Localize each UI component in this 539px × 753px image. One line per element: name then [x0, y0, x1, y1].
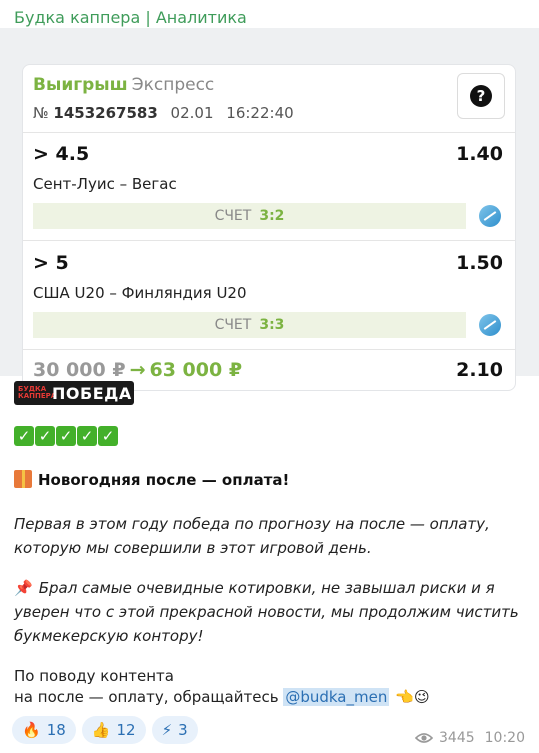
- stake-amount: 30 000 ₽: [33, 359, 126, 381]
- post-paragraph-1: Первая в этом году победа по прогнозу на…: [14, 515, 490, 557]
- reactions-bar: 🔥 18 👍 12 ⚡ 3: [12, 716, 198, 744]
- leg-2-odd: 1.50: [456, 252, 503, 274]
- reaction-lightning[interactable]: ⚡ 3: [151, 716, 198, 744]
- sticker-small-text: БУДКА КАППЕРА: [18, 385, 57, 400]
- hockey-ball-icon: [479, 205, 501, 227]
- message-time: 10:20: [484, 730, 525, 746]
- leg-1-odd: 1.40: [456, 143, 503, 165]
- reaction-count: 12: [116, 721, 136, 739]
- arrow-right-icon: →: [129, 359, 146, 381]
- reaction-thumbs-up[interactable]: 👍 12: [81, 716, 146, 744]
- headline-text: Новогодняя после — оплата!: [38, 471, 290, 489]
- total-odd: 2.10: [456, 359, 503, 381]
- leg-2-score: 3:3: [259, 317, 285, 333]
- gift-icon: [14, 470, 32, 488]
- result-label: Выигрыш: [33, 75, 128, 95]
- stake-payout-line: 30 000 ₽ → 63 000 ₽: [33, 359, 242, 381]
- pointing-wink-emoji: 👈😉: [395, 688, 430, 706]
- leg-2-match: США U20 – Финляндия U20: [33, 284, 247, 302]
- help-button[interactable]: ?: [457, 73, 505, 119]
- reaction-fire[interactable]: 🔥 18: [12, 716, 76, 744]
- message-container: Будка каппера | Аналитика Выигрыш Экспрес…: [0, 0, 539, 753]
- bet-date: 02.01: [170, 104, 214, 122]
- sticker-big-text: ПОБЕДА: [52, 383, 132, 403]
- checkmarks-row: ✓ ✓ ✓ ✓ ✓: [14, 426, 118, 446]
- question-circle-icon: ?: [470, 85, 492, 107]
- post-paragraph-2: 📌 Брал самые очевидные котировки, не завы…: [14, 576, 519, 648]
- leg-1-score: 3:2: [259, 208, 285, 224]
- check-icon: ✓: [14, 426, 34, 446]
- score-label: СЧЕТ: [214, 317, 252, 333]
- leg-1-match: Сент-Луис – Вегас: [33, 175, 177, 193]
- contact-line-1: По поводу контента: [14, 667, 174, 685]
- bet-result: Выигрыш Экспресс: [33, 75, 214, 95]
- post-headline: Новогодняя после — оплата!: [14, 470, 289, 489]
- bet-number: 1453267583: [53, 104, 158, 122]
- pushpin-icon: 📌: [14, 579, 33, 597]
- reaction-count: 18: [46, 721, 66, 739]
- check-icon: ✓: [35, 426, 55, 446]
- check-icon: ✓: [56, 426, 76, 446]
- payout-amount: 63 000 ₽: [149, 359, 243, 381]
- thumbs-up-icon: 👍: [91, 721, 111, 739]
- divider: [23, 132, 515, 133]
- contact-line-2-text: на после — оплату, обращайтесь: [14, 688, 279, 706]
- bet-id-line: № 1453267583 02.01 16:22:40: [33, 104, 294, 122]
- contact-line-2: на после — оплату, обращайтесь @budka_me…: [14, 687, 430, 708]
- leg-1-score-bar: СЧЕТ 3:2: [33, 203, 466, 229]
- bet-card-image[interactable]: Выигрыш Экспресс № 1453267583 02.01 16:22…: [0, 28, 539, 391]
- check-icon: ✓: [98, 426, 118, 446]
- mention-link[interactable]: @budka_men: [283, 688, 390, 706]
- bet-time: 16:22:40: [226, 104, 294, 122]
- leg-1-pick: > 4.5: [33, 143, 90, 165]
- reaction-count: 3: [178, 721, 188, 739]
- view-count: 3445: [439, 730, 475, 746]
- message-meta: 3445 10:20: [415, 730, 525, 746]
- lightning-icon: ⚡: [161, 721, 173, 739]
- check-icon: ✓: [77, 426, 97, 446]
- bet-card: Выигрыш Экспресс № 1453267583 02.01 16:22…: [22, 64, 516, 391]
- pobeda-sticker-emoji: БУДКА КАППЕРА ПОБЕДА: [14, 381, 134, 405]
- leg-2-score-bar: СЧЕТ 3:3: [33, 312, 466, 338]
- contact-block: По поводу контента на после — оплату, об…: [14, 666, 430, 708]
- fire-icon: 🔥: [22, 721, 41, 739]
- bet-number-label: №: [33, 104, 49, 122]
- bet-type: Экспресс: [131, 75, 215, 95]
- hockey-ball-icon: [479, 314, 501, 336]
- channel-name[interactable]: Будка каппера | Аналитика: [14, 8, 247, 27]
- paragraph-2-text: Брал самые очевидные котировки, не завыш…: [14, 579, 519, 645]
- leg-2-pick: > 5: [33, 252, 69, 274]
- divider: [23, 240, 515, 241]
- eye-icon: [415, 733, 433, 743]
- score-label: СЧЕТ: [214, 208, 252, 224]
- divider: [23, 349, 515, 350]
